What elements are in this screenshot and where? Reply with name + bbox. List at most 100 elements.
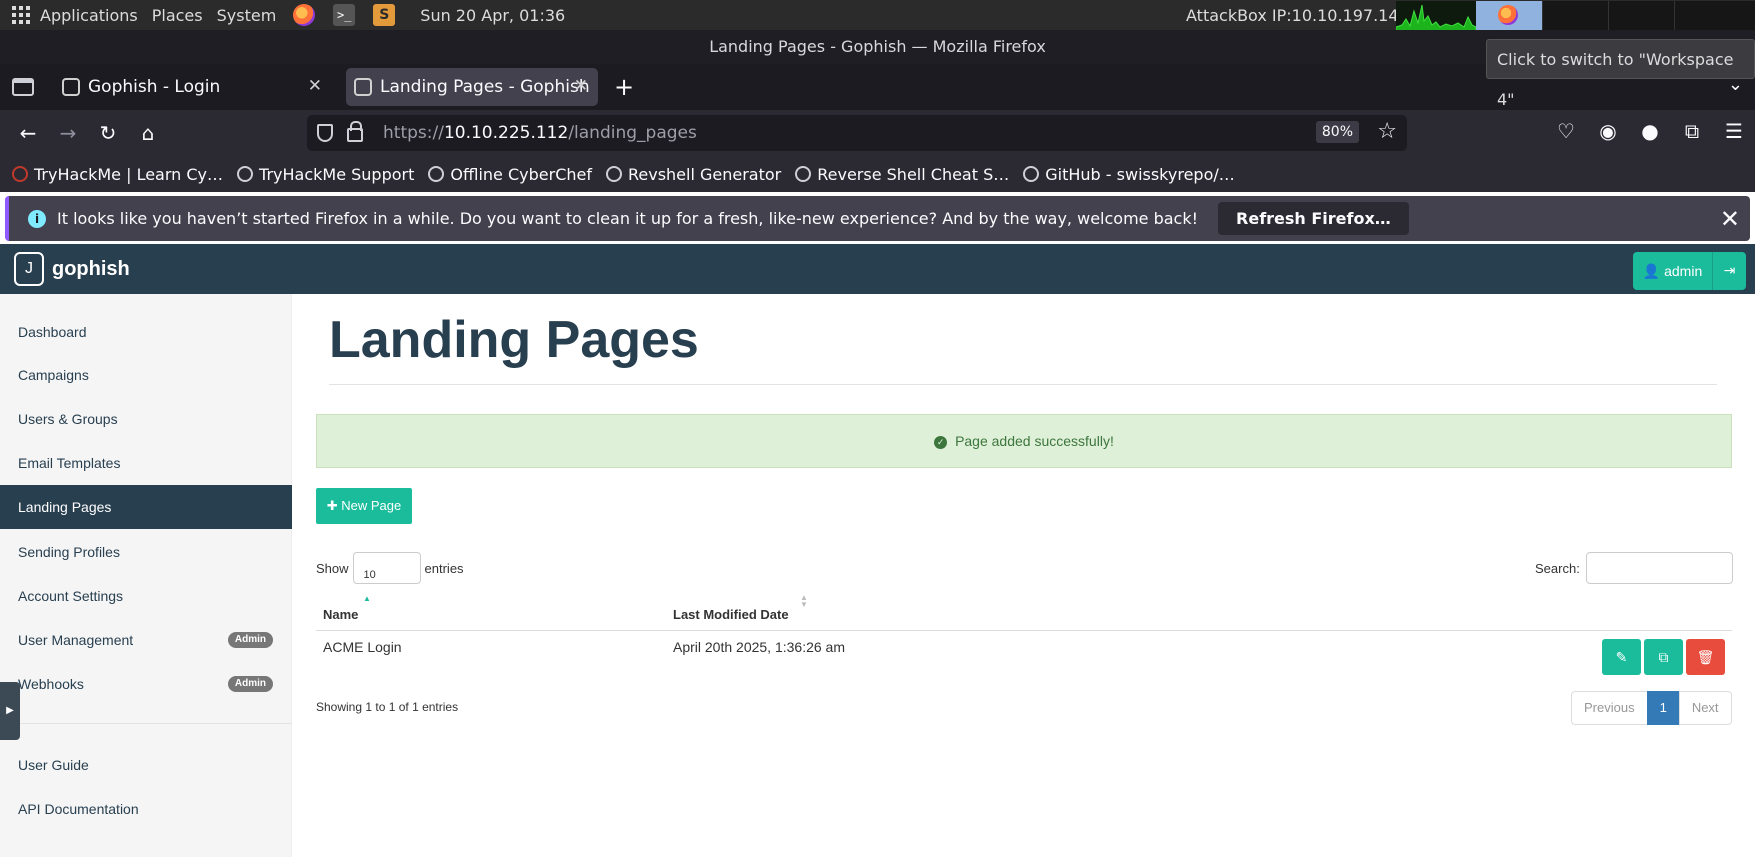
brand-name: gophish	[52, 257, 130, 280]
show-label: Show	[316, 560, 349, 576]
workspace-3[interactable]	[1608, 1, 1674, 30]
tab-label: Landing Pages - Gophish	[380, 77, 590, 97]
table-header-row: Name ▲ Last Modified Date ▲ ▼	[316, 590, 1732, 631]
entries-length-control: Show 10 entries	[316, 552, 464, 584]
previous-page-button[interactable]: Previous	[1571, 691, 1648, 725]
sidebar-item-webhooks[interactable]: Webhooks Admin	[0, 662, 292, 706]
pocket-icon[interactable]: ♡	[1553, 119, 1579, 143]
workspace-4[interactable]	[1674, 1, 1755, 30]
delete-trash-icon[interactable]: 🗑	[1686, 638, 1725, 675]
main-content: Landing Pages ✓ Page added successfully!…	[292, 294, 1755, 857]
modified-date-cell: April 20th 2025, 1:36:26 am	[673, 638, 846, 655]
bookmark-tryhackme-support[interactable]: TryHackMe Support	[237, 165, 414, 184]
lock-icon[interactable]	[347, 121, 363, 142]
bookmark-github-swisskyrepo[interactable]: GitHub - swisskyrepo/…	[1023, 165, 1235, 184]
globe-icon	[605, 166, 622, 182]
terminal-launcher-icon[interactable]: >_	[333, 4, 356, 26]
page-1-button[interactable]: 1	[1646, 691, 1680, 725]
bookmark-reverse-shell-cheat[interactable]: Reverse Shell Cheat S…	[795, 165, 1009, 184]
workspace-1[interactable]	[1476, 1, 1542, 30]
forward-arrow-icon[interactable]: →	[48, 121, 88, 145]
bookmark-cyberchef[interactable]: Offline CyberChef	[428, 165, 592, 184]
tab-gophish-login[interactable]: Gophish - Login ✕	[54, 68, 332, 106]
side-panel-handle[interactable]: ▶	[0, 682, 20, 740]
system-menu[interactable]: System	[217, 6, 277, 25]
sidebar-item-user-management[interactable]: User Management Admin	[0, 618, 292, 662]
close-icon[interactable]: ✕	[1720, 205, 1740, 233]
bookmarks-toolbar: TryHackMe | Learn Cy… TryHackMe Support …	[0, 156, 1755, 192]
tracking-shield-icon[interactable]	[317, 124, 333, 142]
tab-list-icon[interactable]	[12, 78, 34, 96]
sidebar-item-sending-profiles[interactable]: Sending Profiles	[0, 530, 292, 574]
back-arrow-icon[interactable]: ←	[8, 121, 48, 145]
search-input[interactable]	[1585, 552, 1733, 584]
bookmark-tryhackme[interactable]: TryHackMe | Learn Cy…	[12, 165, 223, 184]
applications-menu[interactable]: Applications	[40, 6, 138, 25]
system-monitor-graph	[1396, 1, 1476, 30]
firefox-launcher-icon[interactable]	[293, 4, 316, 26]
refresh-firefox-button[interactable]: Refresh Firefox…	[1218, 202, 1409, 235]
hamburger-menu-icon[interactable]: ☰	[1721, 119, 1747, 143]
places-menu[interactable]: Places	[152, 6, 203, 25]
url-bar[interactable]: https://10.10.225.112/landing_pages 80% …	[307, 115, 1407, 151]
edit-pencil-icon[interactable]: ✎	[1602, 638, 1641, 675]
sidebar: Dashboard Campaigns Users & Groups Email…	[0, 294, 292, 857]
sidebar-item-account-settings[interactable]: Account Settings	[0, 574, 292, 618]
title-divider	[329, 384, 1717, 385]
copy-icon[interactable]: ⧉	[1644, 638, 1683, 675]
admin-badge: Admin	[227, 632, 273, 648]
tab-label: Gophish - Login	[88, 77, 221, 97]
pagination: Previous 1 Next	[1571, 691, 1732, 725]
reload-icon[interactable]: ↻	[88, 121, 128, 145]
bookmark-star-icon[interactable]: ☆	[1377, 119, 1397, 144]
column-header-actions	[1592, 590, 1732, 631]
user-icon: 👤	[1642, 263, 1661, 279]
sidebar-item-landing-pages[interactable]: Landing Pages	[0, 485, 292, 529]
bookmark-revshell-generator[interactable]: Revshell Generator	[605, 165, 781, 184]
gophish-logo[interactable]: J gophish	[14, 252, 130, 286]
sublime-launcher-icon[interactable]: S	[373, 4, 396, 26]
account-icon[interactable]: ◉	[1595, 119, 1621, 143]
extension-cookie-icon[interactable]: ●	[1637, 119, 1663, 143]
close-tab-icon[interactable]: ✕	[574, 76, 588, 96]
globe-icon	[795, 166, 812, 182]
sidebar-item-user-guide[interactable]: User Guide	[0, 743, 292, 787]
sidebar-item-api-documentation[interactable]: API Documentation	[0, 787, 292, 831]
sidebar-item-email-templates[interactable]: Email Templates	[0, 441, 292, 485]
row-actions: ✎ ⧉ 🗑	[1592, 630, 1732, 683]
column-header-name[interactable]: Name ▲	[316, 590, 666, 631]
workspace-tooltip: Click to switch to "Workspace 4"	[1486, 39, 1755, 109]
logout-icon[interactable]: ⇥	[1712, 252, 1746, 290]
gophish-favicon-icon	[354, 78, 372, 96]
zoom-indicator[interactable]: 80%	[1315, 121, 1359, 143]
refresh-firefox-notification: i It looks like you haven’t started Fire…	[5, 196, 1750, 241]
new-tab-button[interactable]: +	[614, 73, 634, 101]
tryhackme-icon	[12, 166, 28, 182]
notification-message: It looks like you haven’t started Firefo…	[57, 209, 1199, 228]
info-icon: i	[28, 209, 46, 228]
toolbar-right: ♡ ◉ ● ⧉ ☰	[1553, 119, 1747, 143]
url-text[interactable]: https://10.10.225.112/landing_pages	[383, 123, 697, 143]
table-search: Search:	[1535, 552, 1733, 584]
sidebar-item-users-groups[interactable]: Users & Groups	[0, 397, 292, 441]
sidebar-item-label: Webhooks	[18, 676, 84, 692]
next-page-button[interactable]: Next	[1678, 691, 1732, 725]
admin-user-button[interactable]: 👤 admin	[1633, 252, 1712, 290]
entries-select[interactable]: 10	[352, 552, 421, 584]
system-top-panel: Applications Places System >_ S Sun 20 A…	[0, 0, 1755, 30]
applications-grid-icon[interactable]	[12, 6, 30, 24]
alert-message: Page added successfully!	[955, 433, 1114, 449]
home-icon[interactable]: ⌂	[128, 121, 168, 145]
sidebar-item-campaigns[interactable]: Campaigns	[0, 353, 292, 397]
support-icon	[237, 166, 254, 182]
column-header-last-modified[interactable]: Last Modified Date ▲ ▼	[666, 590, 1592, 631]
check-circle-icon: ✓	[934, 435, 948, 449]
tab-landing-pages[interactable]: Landing Pages - Gophish ✕	[346, 68, 598, 106]
sidebar-item-dashboard[interactable]: Dashboard	[0, 310, 292, 354]
workspace-2[interactable]	[1542, 1, 1608, 30]
new-page-button[interactable]: ✚ New Page	[316, 488, 412, 524]
extensions-puzzle-icon[interactable]: ⧉	[1679, 119, 1705, 143]
clock[interactable]: Sun 20 Apr, 01:36	[420, 6, 565, 25]
landing-pages-table: Name ▲ Last Modified Date ▲ ▼ ACME Login …	[316, 590, 1732, 683]
close-tab-icon[interactable]: ✕	[308, 76, 322, 96]
